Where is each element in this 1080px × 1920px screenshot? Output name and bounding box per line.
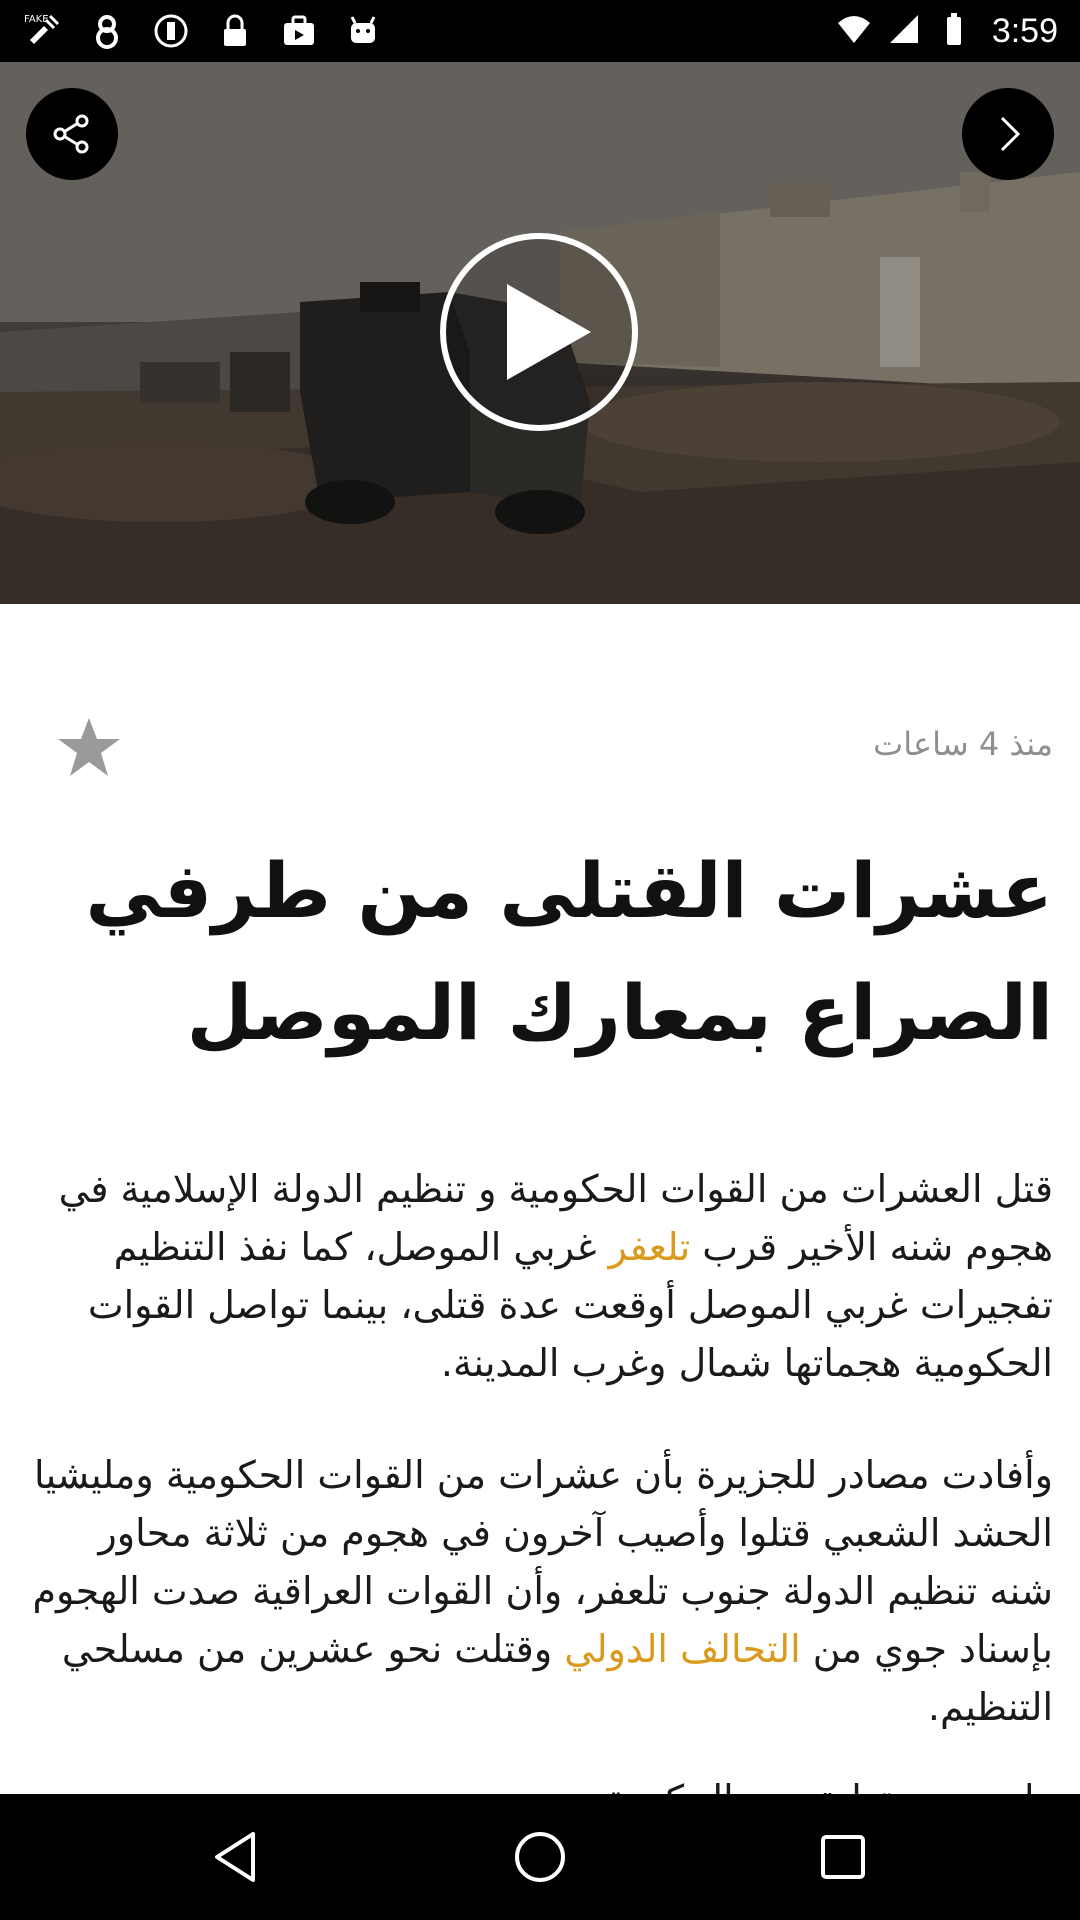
article-paragraph-1: قتل العشرات من القوات الحكومية و تنظيم ا… <box>23 1160 1053 1392</box>
home-icon <box>515 1832 565 1882</box>
system-nav-bar <box>0 1794 1080 1920</box>
lock-icon <box>214 10 256 52</box>
video-player[interactable] <box>0 62 1080 604</box>
notification-icon <box>86 10 128 52</box>
back-icon <box>215 1832 255 1882</box>
nav-recents-button[interactable] <box>808 1822 878 1892</box>
status-clock: 3:59 <box>991 11 1058 50</box>
battery-icon <box>936 11 972 51</box>
status-bar: FAKE 3:59 <box>0 0 1080 62</box>
status-right-icons: 3:59 <box>836 10 1058 52</box>
recents-icon <box>821 1835 865 1879</box>
android-icon <box>342 10 384 52</box>
briefcase-icon <box>278 10 320 52</box>
play-button[interactable] <box>439 232 639 432</box>
nav-home-button[interactable] <box>505 1822 575 1892</box>
article-paragraph-2: وأفادت مصادر للجزيرة بأن عشرات من القوات… <box>23 1446 1053 1736</box>
nav-back-button[interactable] <box>203 1822 273 1892</box>
article-headline: عشرات القتلى من طرفي الصراع بمعارك الموص… <box>85 846 1053 1057</box>
svg-text:FAKE: FAKE <box>24 14 49 25</box>
chevron-right-icon <box>1000 116 1021 152</box>
next-article-button[interactable] <box>962 88 1054 180</box>
star-icon <box>58 718 120 776</box>
article-meta: منذ 4 ساعات <box>0 715 1080 785</box>
favorite-button[interactable] <box>56 715 122 781</box>
signal-icon <box>886 11 922 51</box>
fake-gps-icon: FAKE <box>22 10 64 52</box>
share-icon <box>53 114 89 154</box>
link-tal-afar[interactable]: تلعفر <box>609 1225 691 1269</box>
link-international-coalition[interactable]: التحالف الدولي <box>564 1627 800 1671</box>
info-icon <box>150 10 192 52</box>
wifi-icon <box>836 11 872 51</box>
article-time-ago: منذ 4 ساعات <box>873 725 1053 763</box>
status-left-icons: FAKE <box>22 10 384 52</box>
share-button[interactable] <box>26 88 118 180</box>
play-icon <box>440 233 638 431</box>
